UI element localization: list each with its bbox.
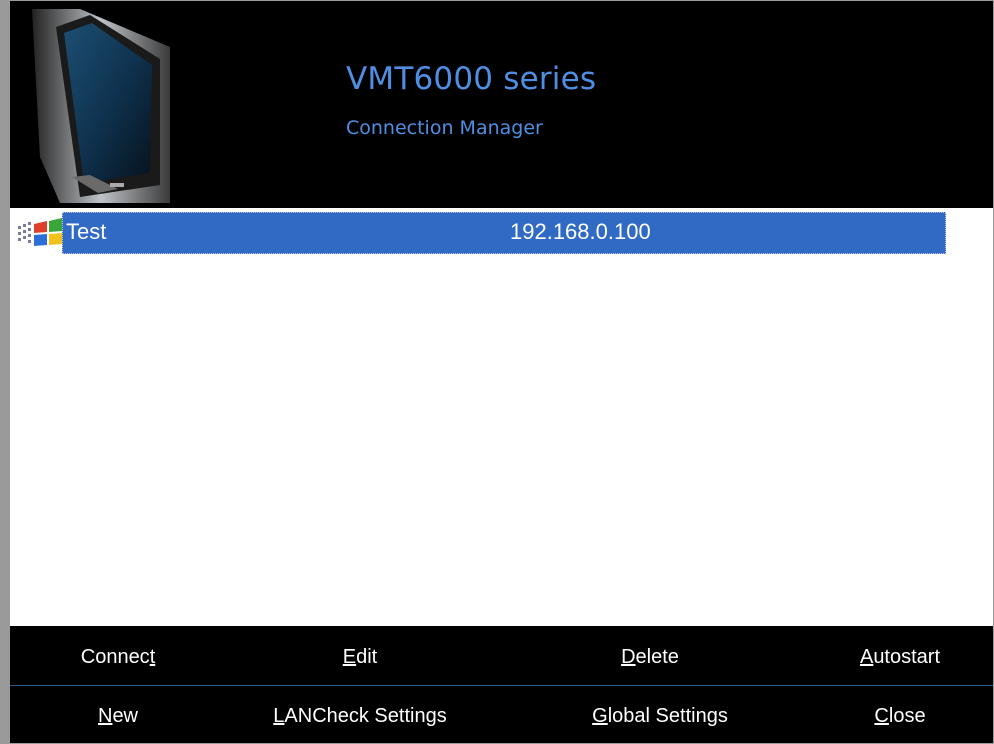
delete-accelerator: D <box>621 646 636 668</box>
edit-accelerator: E <box>342 646 357 668</box>
close-label: lose <box>888 705 926 727</box>
new-label: ew <box>112 705 139 727</box>
global-settings-label: lobal Settings <box>607 705 728 727</box>
lancheck-accelerator: L <box>273 705 285 727</box>
button-bar: Connect Edit Delete Autostart New LANChe… <box>10 626 993 743</box>
delete-button[interactable]: Delete <box>590 639 710 675</box>
autostart-accelerator: A <box>859 646 874 668</box>
connect-button[interactable]: Connect <box>48 639 188 675</box>
close-button[interactable]: Close <box>850 698 950 734</box>
edit-button[interactable]: Edit <box>310 639 410 675</box>
windows-connection-icon <box>18 218 62 246</box>
global-settings-button[interactable]: Global Settings <box>560 698 760 734</box>
device-image <box>32 9 170 203</box>
connection-manager-window: VMT6000 series Connection Manager Test 1… <box>0 0 994 744</box>
header: VMT6000 series Connection Manager <box>10 1 993 208</box>
divider <box>10 685 993 686</box>
close-accelerator: C <box>874 705 889 727</box>
edit-label: dit <box>356 646 378 668</box>
connection-name: Test <box>66 219 107 244</box>
delete-label: elete <box>635 646 679 668</box>
product-title: VMT6000 series <box>346 61 597 97</box>
lancheck-label: ANCheck Settings <box>284 705 447 727</box>
connection-list[interactable]: Test 192.168.0.100 <box>10 208 993 626</box>
new-button[interactable]: New <box>68 698 168 734</box>
autostart-label: utostart <box>873 646 941 668</box>
list-item[interactable]: Test 192.168.0.100 <box>10 212 993 254</box>
new-accelerator: N <box>97 705 113 727</box>
selection-highlight <box>62 212 946 254</box>
connect-label: Connec <box>80 646 150 668</box>
connect-accelerator: t <box>149 646 156 668</box>
connection-address: 192.168.0.100 <box>510 219 651 244</box>
lancheck-settings-button[interactable]: LANCheck Settings <box>250 698 470 734</box>
global-settings-accelerator: G <box>592 705 608 727</box>
autostart-button[interactable]: Autostart <box>830 639 970 675</box>
product-subtitle: Connection Manager <box>346 117 543 139</box>
